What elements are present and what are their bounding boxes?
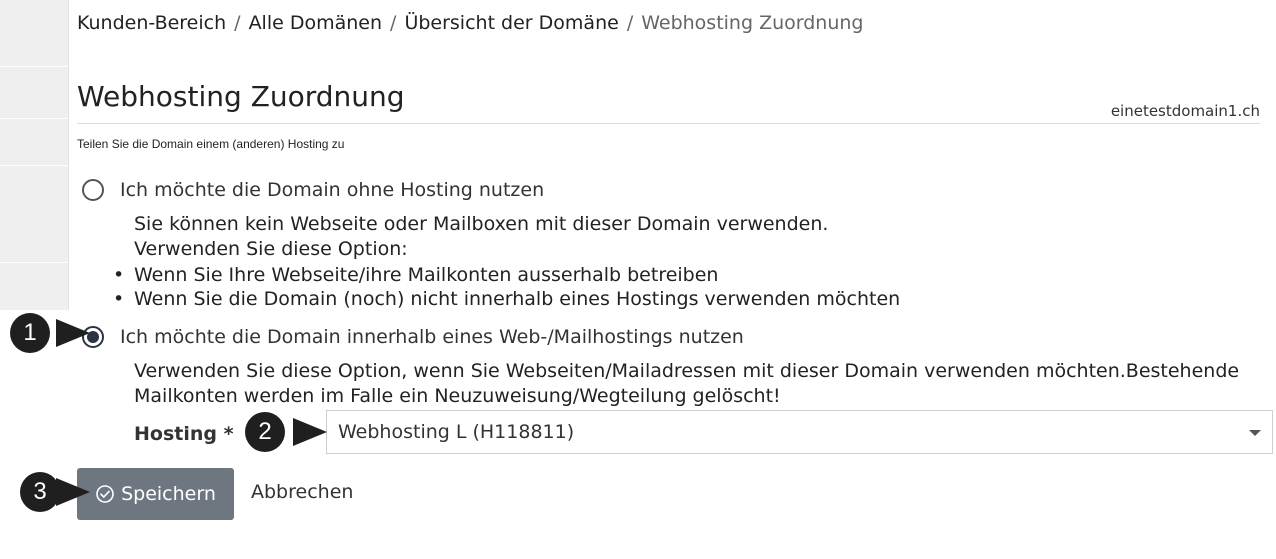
caret-down-icon[interactable] <box>1249 430 1261 436</box>
option-with-hosting-label[interactable]: Ich möchte die Domain innerhalb eines We… <box>120 326 744 348</box>
breadcrumb-current: Webhosting Zuordnung <box>641 12 864 34</box>
breadcrumb-item-kunden-bereich[interactable]: Kunden-Bereich <box>77 12 226 34</box>
callout-number: 3 <box>20 472 60 512</box>
save-button[interactable]: Speichern <box>77 468 234 520</box>
breadcrumb-separator: / <box>234 12 241 34</box>
option-with-hosting[interactable]: Ich möchte die Domain innerhalb eines We… <box>82 326 744 348</box>
sidebar <box>0 0 69 310</box>
desc-line: Verwenden Sie diese Option, wenn Sie Web… <box>134 360 1240 382</box>
page-title: Webhosting Zuordnung <box>77 80 405 113</box>
hosting-select[interactable]: Webhosting L (H118811) <box>326 410 1273 454</box>
callout-marker: 3 <box>20 472 90 512</box>
callout-number: 1 <box>10 313 50 353</box>
breadcrumb-separator: / <box>390 12 397 34</box>
list-item: Wenn Sie Ihre Webseite/ihre Mailkonten a… <box>113 263 900 287</box>
option-no-hosting-label[interactable]: Ich möchte die Domain ohne Hosting nutze… <box>120 179 544 201</box>
list-item: Wenn Sie die Domain (noch) nicht innerha… <box>113 287 900 311</box>
breadcrumb-item-alle-domaenen[interactable]: Alle Domänen <box>249 12 382 34</box>
sidebar-divider <box>0 262 68 263</box>
sidebar-divider <box>0 165 68 166</box>
cancel-link[interactable]: Abbrechen <box>251 481 353 503</box>
callout-number: 2 <box>245 412 285 452</box>
desc-line: Sie können kein Webseite oder Mailboxen … <box>134 213 829 235</box>
page-subtitle: Teilen Sie die Domain einem (anderen) Ho… <box>77 137 345 151</box>
check-circle-icon <box>96 485 114 503</box>
callout-arrow <box>56 319 90 347</box>
desc-line: Verwenden Sie diese Option: <box>134 238 408 260</box>
breadcrumb-item-uebersicht[interactable]: Übersicht der Domäne <box>404 12 618 34</box>
hosting-select-value: Webhosting L (H118811) <box>338 421 575 443</box>
option-no-hosting-bullets: Wenn Sie Ihre Webseite/ihre Mailkonten a… <box>113 263 900 311</box>
breadcrumb: Kunden-Bereich / Alle Domänen / Übersicht de… <box>77 12 864 34</box>
domain-label: einetestdomain1.ch <box>1110 102 1260 120</box>
hosting-field-label: Hosting * <box>134 423 234 445</box>
save-button-label: Speichern <box>121 483 216 505</box>
callout-marker: 1 <box>10 313 92 353</box>
title-divider <box>77 123 1260 124</box>
sidebar-divider <box>0 66 68 67</box>
option-no-hosting[interactable]: Ich möchte die Domain ohne Hosting nutze… <box>82 179 544 201</box>
desc-line: Mailkonten werden im Falle ein Neuzuweis… <box>134 385 781 407</box>
option-no-hosting-desc: Sie können kein Webseite oder Mailboxen … <box>134 212 828 262</box>
callout-marker: 2 <box>245 412 329 452</box>
callout-arrow <box>56 478 90 506</box>
callout-arrow <box>293 418 327 446</box>
radio-icon[interactable] <box>82 179 104 201</box>
option-with-hosting-desc: Verwenden Sie diese Option, wenn Sie Web… <box>134 359 1239 409</box>
breadcrumb-separator: / <box>626 12 634 34</box>
sidebar-divider <box>0 118 68 119</box>
